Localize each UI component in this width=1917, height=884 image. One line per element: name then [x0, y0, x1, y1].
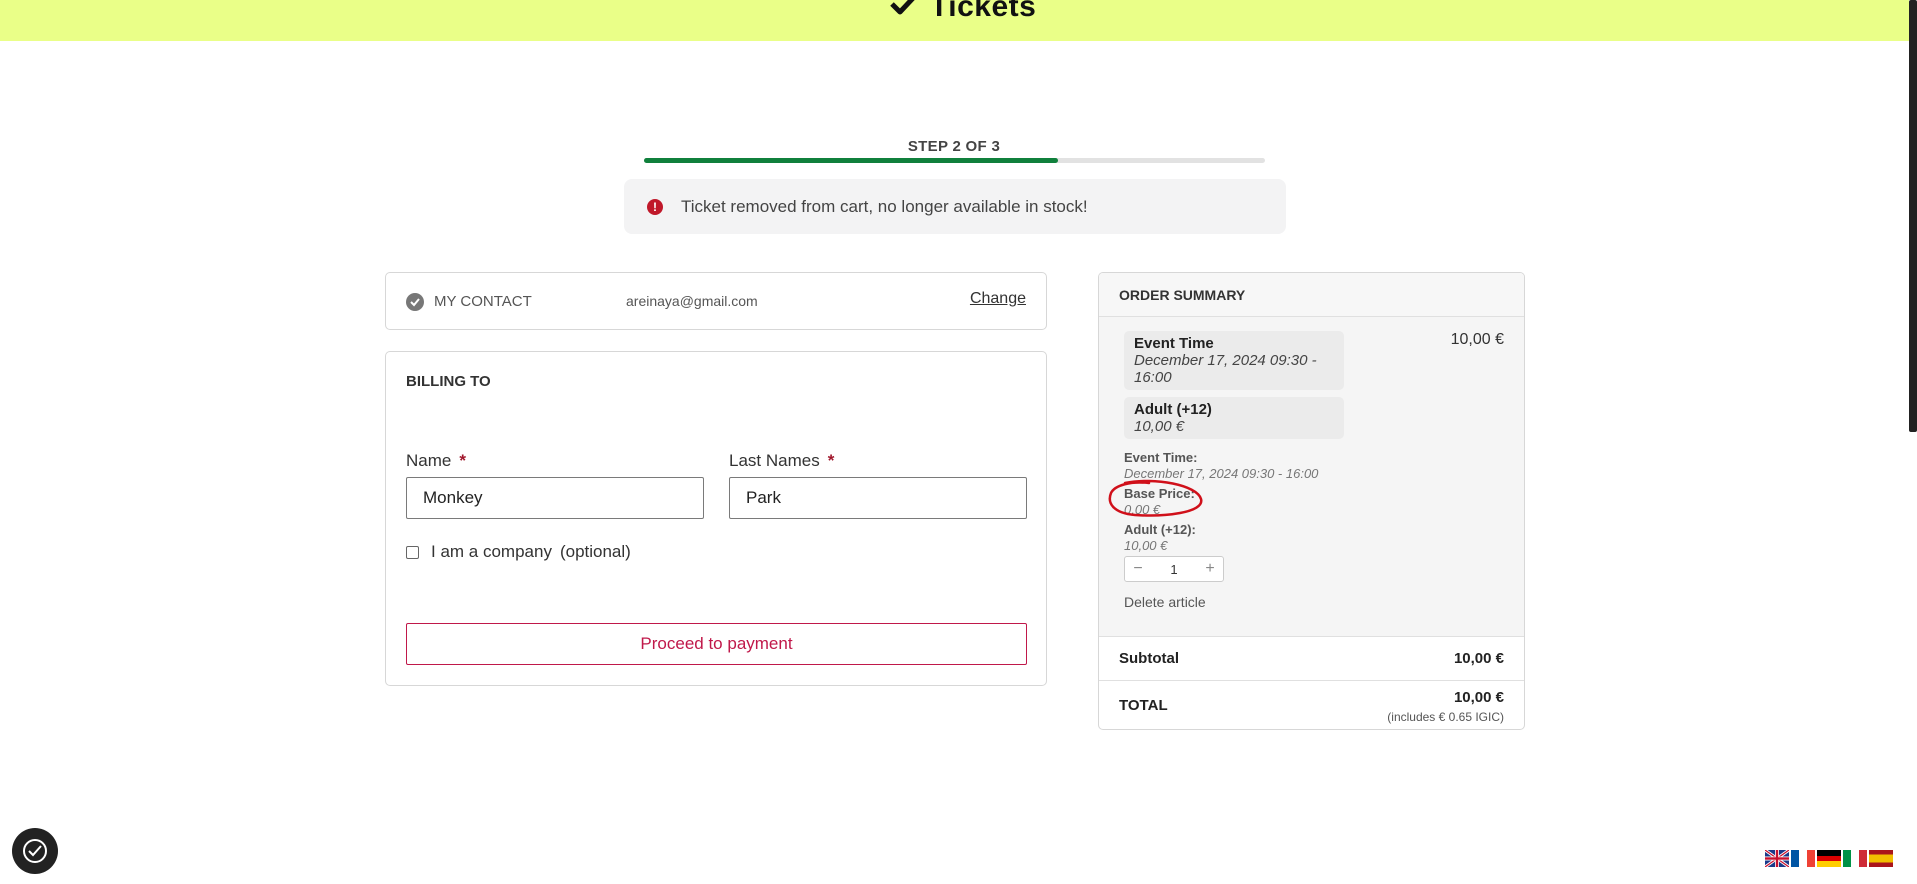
summary-header: ORDER SUMMARY: [1099, 273, 1524, 317]
event-time-title: Event Time: [1134, 335, 1214, 352]
page-scrollbar[interactable]: [1909, 0, 1917, 884]
lastname-label: Last Names *: [729, 451, 834, 471]
company-checkbox[interactable]: [406, 545, 419, 559]
ticket-check-icon: [890, 0, 915, 15]
name-field[interactable]: [406, 477, 704, 519]
company-label: I am a company: [431, 542, 552, 561]
lastname-label-text: Last Names: [729, 451, 820, 470]
contact-card: MY CONTACT areinaya@gmail.com Change: [385, 272, 1047, 330]
tax-note: (includes € 0.65 IGIC): [1387, 710, 1504, 724]
increase-button[interactable]: +: [1197, 560, 1223, 578]
event-time-value: December 17, 2024 09:30 - 16:00: [1134, 352, 1317, 386]
ticket-chip: Adult (+12) 10,00 €: [1124, 397, 1344, 439]
site-logo[interactable]: Tickets: [888, 0, 1036, 24]
check-circle-icon: [406, 293, 424, 311]
progress-fill: [644, 158, 1058, 163]
ticket-title: Adult (+12): [1134, 401, 1212, 418]
event-time-chip: Event Time December 17, 2024 09:30 - 16:…: [1124, 331, 1344, 390]
subtotal-row: Subtotal 10,00 €: [1099, 637, 1524, 681]
contact-label: MY CONTACT: [434, 293, 532, 310]
change-contact-link[interactable]: Change: [970, 290, 1026, 308]
company-option[interactable]: I am a company (optional): [406, 542, 631, 562]
name-label-text: Name: [406, 451, 452, 470]
total-label: TOTAL: [1119, 697, 1168, 714]
summary-title: ORDER SUMMARY: [1119, 287, 1246, 303]
flag-es-icon[interactable]: [1869, 850, 1893, 867]
total-value: 10,00 €: [1453, 689, 1504, 706]
proceed-to-payment-button[interactable]: Proceed to payment: [406, 623, 1027, 665]
scrollbar-thumb[interactable]: [1909, 0, 1917, 432]
stock-alert: ! Ticket removed from cart, no longer av…: [624, 179, 1286, 234]
annotation-circle: [1108, 479, 1203, 517]
step-indicator: STEP 2 OF 3: [907, 138, 1001, 155]
name-label: Name *: [406, 451, 466, 471]
quantity-stepper[interactable]: − 1 +: [1124, 556, 1224, 582]
order-summary: ORDER SUMMARY 10,00 € Event Time Decembe…: [1098, 272, 1525, 730]
checkout-progress-bar: [644, 158, 1265, 163]
line-price: 10,00 €: [1450, 331, 1504, 348]
detail-event-label: Event Time:: [1124, 450, 1198, 465]
billing-title: BILLING TO: [406, 373, 491, 390]
detail-adult-value: 10,00 €: [1124, 538, 1168, 553]
ticket-value: 10,00 €: [1134, 418, 1185, 435]
total-row: TOTAL 10,00 € (includes € 0.65 IGIC): [1099, 681, 1524, 729]
subtotal-label: Subtotal: [1119, 650, 1179, 667]
required-mark: *: [827, 451, 835, 470]
quantity-value[interactable]: 1: [1151, 562, 1197, 577]
language-selector: [1765, 850, 1893, 867]
cookie-icon: [23, 839, 47, 863]
alert-message: Ticket removed from cart, no longer avai…: [681, 196, 1088, 216]
contact-email: areinaya@gmail.com: [626, 293, 758, 309]
delete-article-link[interactable]: Delete article: [1124, 594, 1206, 610]
flag-de-icon[interactable]: [1817, 850, 1841, 867]
flag-fr-icon[interactable]: [1791, 850, 1815, 867]
site-header: Tickets: [0, 0, 1917, 41]
required-mark: *: [459, 451, 466, 470]
summary-item: 10,00 € Event Time December 17, 2024 09:…: [1099, 317, 1524, 637]
cookie-settings-button[interactable]: [12, 828, 58, 874]
logo-text: Tickets: [930, 0, 1037, 23]
subtotal-value: 10,00 €: [1453, 650, 1504, 667]
decrease-button[interactable]: −: [1125, 560, 1151, 578]
lastname-field[interactable]: [729, 477, 1027, 519]
exclamation-icon: !: [647, 198, 663, 215]
billing-card: BILLING TO Name * Last Names * I am a comp…: [385, 351, 1047, 686]
flag-en-icon[interactable]: [1765, 850, 1789, 867]
flag-it-icon[interactable]: [1843, 850, 1867, 867]
company-optional: (optional): [559, 542, 631, 561]
detail-adult-label: Adult (+12):: [1124, 522, 1196, 537]
